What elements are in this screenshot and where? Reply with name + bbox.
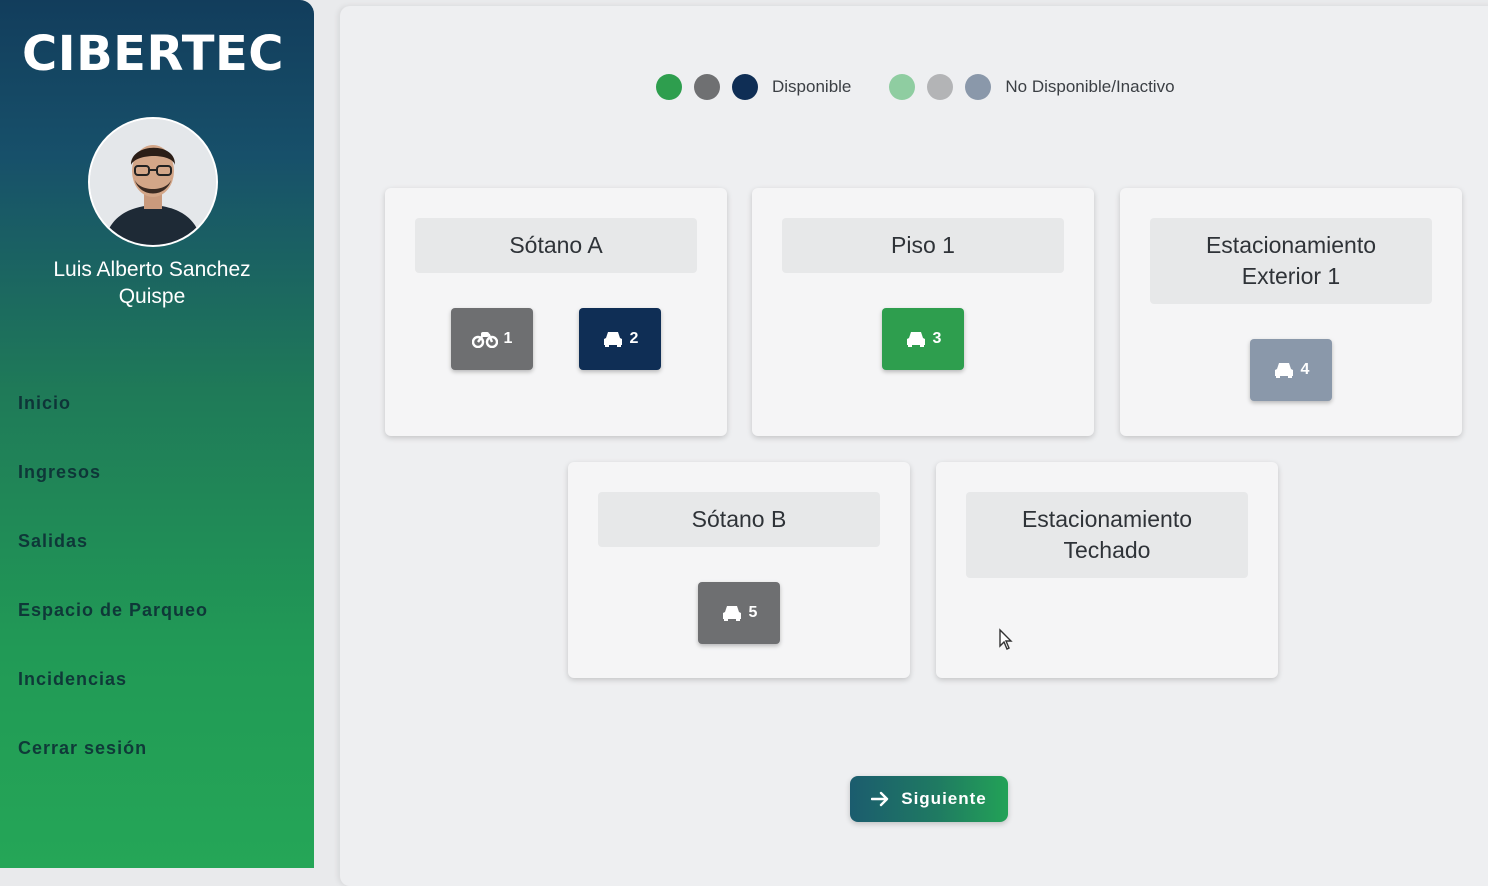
slot-list: 5 (568, 582, 910, 644)
parking-slot-4[interactable]: 4 (1250, 339, 1332, 401)
zone-title-text: Piso 1 (891, 232, 955, 258)
legend-available-label: Disponible (772, 77, 852, 96)
avatar (88, 117, 218, 247)
motorcycle-icon (471, 332, 498, 348)
zone-title-line1: Estacionamiento (1205, 232, 1377, 258)
parking-slot-3[interactable]: 3 (882, 308, 964, 370)
zone-title: Piso 1 (782, 218, 1064, 273)
zone-title: Sótano A (415, 218, 697, 273)
slot-number: 3 (932, 330, 942, 347)
user-photo (90, 119, 216, 245)
legend-dot-available-gray (694, 74, 720, 100)
next-button-label: Siguiente (901, 789, 987, 808)
slot-list: 4 (1120, 339, 1462, 401)
zone-card-piso-1: Piso 1 3 (752, 188, 1094, 436)
slot-number: 4 (1300, 361, 1310, 378)
user-name: Luis Alberto Sanchez Quispe (20, 256, 284, 310)
nav-item-espacio-de-parqueo[interactable]: Espacio de Parqueo (18, 595, 298, 664)
user-name-line2: Quispe (118, 285, 186, 308)
zone-title-text: Sótano A (509, 232, 603, 258)
legend-dot-unavailable-gray (927, 74, 954, 100)
mouse-cursor-icon (999, 628, 1013, 650)
zone-title-line2: Techado (1063, 537, 1151, 563)
brand-logo: CIBERTEC (22, 26, 285, 82)
slot-list: 3 (752, 308, 1094, 370)
nav-item-inicio[interactable]: Inicio (18, 388, 298, 457)
zone-title: Estacionamiento Techado (966, 492, 1248, 578)
nav-item-salidas[interactable]: Salidas (18, 526, 298, 595)
nav-item-incidencias[interactable]: Incidencias (18, 664, 298, 733)
nav-item-cerrar-sesion[interactable]: Cerrar sesión (18, 733, 298, 802)
arrow-right-icon (871, 791, 889, 807)
parking-slot-2[interactable]: 2 (579, 308, 661, 370)
user-name-line1: Luis Alberto Sanchez (53, 258, 251, 281)
zone-title-line1: Estacionamiento (1021, 506, 1193, 532)
car-icon (1274, 363, 1293, 378)
parking-slot-1[interactable]: 1 (451, 308, 533, 370)
zone-card-sotano-a: Sótano A 1 2 (385, 188, 727, 436)
slot-list: 1 2 (385, 308, 727, 370)
parking-slot-5[interactable]: 5 (698, 582, 780, 644)
zone-card-estacionamiento-exterior-1: Estacionamiento Exterior 1 4 (1120, 188, 1462, 436)
sidebar-nav: Inicio Ingresos Salidas Espacio de Parqu… (18, 388, 298, 802)
legend-dot-unavailable-slate (965, 74, 992, 100)
zone-title-text: Sótano B (691, 506, 787, 532)
slot-number: 5 (748, 604, 758, 621)
zone-title-line2: Exterior 1 (1241, 263, 1341, 289)
zone-title: Sótano B (598, 492, 880, 547)
legend-dot-unavailable-green (889, 74, 916, 100)
slot-number: 1 (503, 330, 513, 347)
zone-card-estacionamiento-techado: Estacionamiento Techado (936, 462, 1278, 678)
zone-title: Estacionamiento Exterior 1 (1150, 218, 1432, 304)
slot-number: 2 (629, 330, 639, 347)
zone-card-sotano-b: Sótano B 5 (568, 462, 910, 678)
next-button[interactable]: Siguiente (850, 776, 1008, 822)
legend-unavailable-label: No Disponible/Inactivo (1005, 77, 1175, 96)
car-icon (906, 332, 925, 347)
legend-dot-available-navy (732, 74, 758, 100)
status-legend: Disponible No Disponible/Inactivo (656, 72, 1175, 102)
nav-item-ingresos[interactable]: Ingresos (18, 457, 298, 526)
main-panel (340, 6, 1488, 886)
car-icon (603, 332, 622, 347)
car-icon (722, 606, 741, 621)
legend-dot-available-green (656, 74, 682, 100)
sidebar: CIBERTEC Luis Alberto Sanchez Quispe Ini… (0, 0, 314, 868)
